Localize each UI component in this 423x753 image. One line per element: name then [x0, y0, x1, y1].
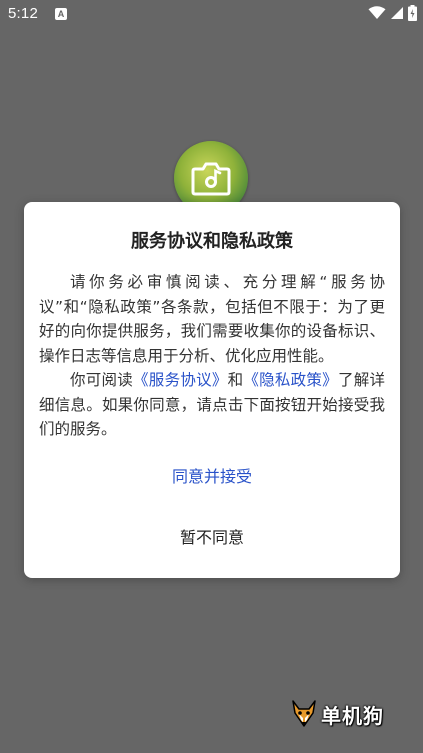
agree-button[interactable]: 同意并接受	[112, 460, 312, 494]
service-agreement-link[interactable]: 《服务协议》	[133, 371, 228, 389]
signal-icon	[391, 7, 403, 19]
battery-icon	[408, 5, 417, 21]
watermark-text: 单机狗	[321, 703, 384, 728]
disagree-button[interactable]: 暂不同意	[112, 520, 312, 556]
dialog-paragraph-1: 请你务必审慎阅读、充分理解“服务协议”和“隐私政策”各条款，包括但不限于：为了更…	[39, 273, 385, 365]
camera-music-icon	[191, 162, 231, 196]
status-icons	[364, 5, 417, 21]
watermark: 单机狗	[290, 698, 384, 730]
dog-mascot-icon	[292, 700, 316, 727]
status-bar: 5:12 A	[0, 0, 423, 28]
dialog-paragraph-2: 你可阅读《服务协议》和《隐私政策》了解详细信息。如果你同意，请点击下面按钮开始接…	[39, 368, 385, 442]
privacy-dialog: 服务协议和隐私政策 请你务必审慎阅读、充分理解“服务协议”和“隐私政策”各条款，…	[24, 202, 400, 578]
dialog-body: 请你务必审慎阅读、充分理解“服务协议”和“隐私政策”各条款，包括但不限于：为了更…	[39, 270, 385, 442]
paragraph2-prefix: 你可阅读	[70, 371, 134, 389]
wifi-icon	[368, 6, 386, 20]
dialog-title: 服务协议和隐私政策	[131, 231, 293, 252]
notification-icon: A	[55, 8, 67, 20]
status-time: 5:12	[8, 5, 38, 22]
privacy-policy-link[interactable]: 《隐私政策》	[243, 371, 338, 389]
paragraph2-and: 和	[227, 371, 244, 389]
notification-glyph: A	[57, 9, 65, 19]
